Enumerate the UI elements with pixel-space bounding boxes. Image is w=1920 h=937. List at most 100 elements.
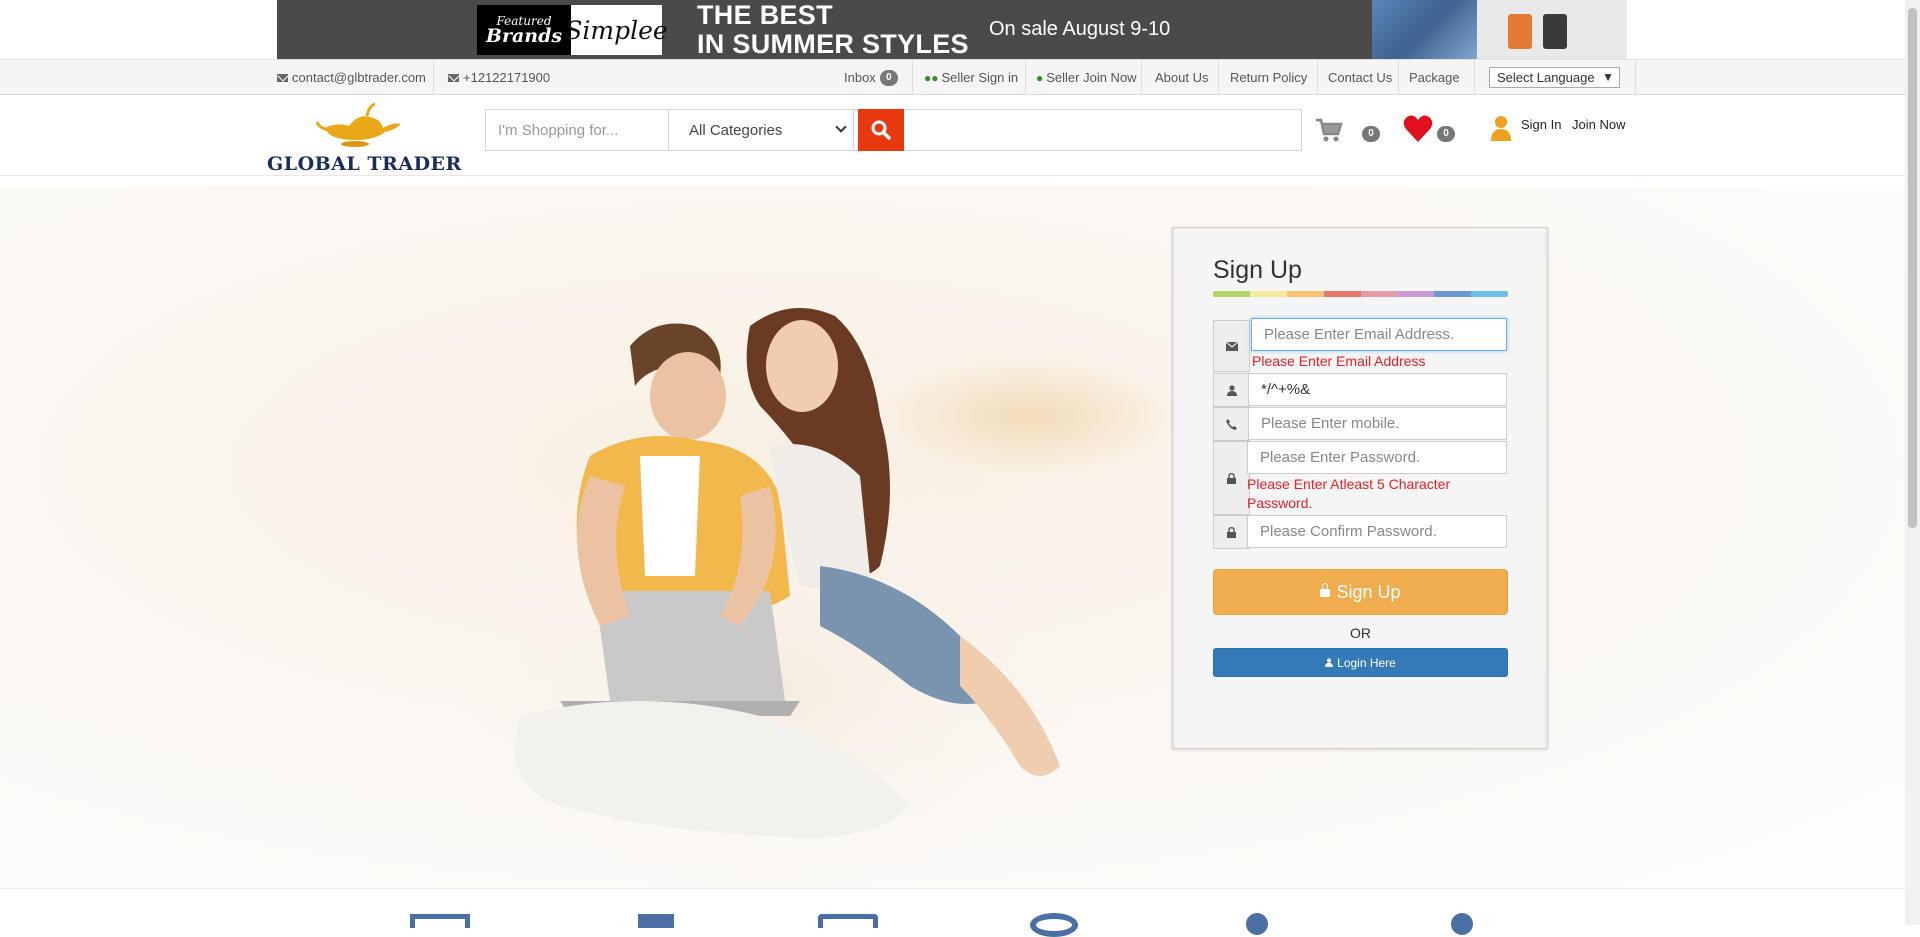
search-button[interactable] — [858, 109, 904, 151]
rainbow-segment — [1471, 291, 1508, 297]
page-scrollbar[interactable] — [1905, 0, 1920, 925]
rainbow-segment — [1249, 291, 1287, 297]
inbox-label: Inbox — [844, 70, 876, 85]
wishlist-count-badge: 0 — [1437, 126, 1455, 142]
search-input[interactable] — [486, 110, 669, 150]
feature-icon — [1246, 913, 1268, 935]
signup-title: Sign Up — [1213, 256, 1302, 284]
return-policy-link[interactable]: Return Policy — [1230, 60, 1307, 95]
seller-signin-label: Seller Sign in — [941, 70, 1019, 85]
inbox-link[interactable]: Inbox 0 — [844, 60, 898, 95]
confirm-password-addon — [1213, 515, 1250, 549]
password-field[interactable] — [1247, 441, 1507, 474]
scrollbar-thumb[interactable] — [1908, 8, 1917, 528]
banner-headline: THE BEST IN SUMMER STYLES — [697, 1, 969, 59]
featured-brands-badge: Featured Brands — [477, 5, 571, 55]
divider — [1025, 60, 1026, 95]
wishlist-heart-icon[interactable] — [1403, 115, 1433, 143]
username-field[interactable] — [1248, 373, 1507, 406]
seller-join-link[interactable]: ● Seller Join Now — [1036, 60, 1137, 95]
hero-background — [0, 186, 1905, 888]
divider — [912, 60, 913, 95]
banner-product-cup — [1543, 14, 1567, 49]
username-addon — [1213, 373, 1250, 407]
promo-banner[interactable]: Featured Brands Simplee THE BEST IN SUMM… — [277, 0, 1627, 59]
divider — [1218, 60, 1219, 95]
site-logo[interactable]: GLOBAL TRADER — [267, 98, 461, 175]
email-error: Please Enter Email Address — [1252, 353, 1426, 369]
language-select[interactable]: Select Language ▼ — [1489, 67, 1620, 88]
logo-text: GLOBAL TRADER — [267, 153, 462, 175]
user-icon — [1325, 658, 1334, 667]
envelope-icon — [277, 73, 288, 82]
email-field[interactable] — [1251, 318, 1507, 351]
rainbow-segment — [1323, 291, 1361, 297]
sign-up-button[interactable]: Sign Up — [1213, 569, 1508, 615]
login-here-button[interactable]: Login Here — [1213, 648, 1508, 677]
divider — [1635, 60, 1636, 95]
contact-phone-text: +12122171900 — [463, 70, 551, 85]
headline-line-2: IN SUMMER STYLES — [697, 29, 969, 59]
feature-strip — [0, 888, 1905, 937]
rainbow-segment — [1434, 291, 1472, 297]
cart-count-badge: 0 — [1362, 126, 1380, 142]
banner-product-image — [1372, 0, 1477, 59]
divider — [1141, 60, 1142, 95]
mobile-field[interactable] — [1248, 407, 1507, 440]
users-icon: ●● — [924, 70, 939, 85]
divider — [1474, 60, 1475, 95]
search-bar: All Categories — [485, 109, 1302, 151]
seller-join-label: Seller Join Now — [1046, 70, 1137, 85]
brands-label: Brands — [485, 24, 563, 47]
user-icon[interactable] — [1491, 115, 1511, 141]
hero-couple-image — [440, 308, 1100, 886]
user-icon — [1226, 384, 1237, 396]
sale-text: On sale August 9-10 — [989, 18, 1171, 40]
rainbow-segment — [1360, 291, 1398, 297]
banner-product-shelf — [1477, 0, 1627, 59]
contact-link[interactable]: Contact Us — [1328, 60, 1392, 95]
genie-lamp-icon — [315, 102, 401, 147]
mobile-addon — [1213, 407, 1250, 441]
language-select-value: Select Language — [1497, 70, 1595, 85]
login-here-label: Login Here — [1337, 655, 1396, 670]
rainbow-divider — [1213, 291, 1508, 297]
phone-icon — [1226, 418, 1237, 430]
rainbow-segment — [1213, 291, 1250, 297]
envelope-icon — [448, 73, 459, 82]
sign-up-button-label: Sign Up — [1336, 581, 1401, 602]
divider — [1398, 60, 1399, 95]
rainbow-segment — [1286, 291, 1324, 297]
about-link[interactable]: About Us — [1155, 60, 1208, 95]
divider — [433, 60, 434, 95]
featured-brand-box: Featured Brands Simplee — [477, 5, 668, 55]
contact-phone[interactable]: +12122171900 — [448, 60, 550, 95]
lock-icon — [1227, 472, 1236, 484]
divider — [1317, 60, 1318, 95]
confirm-password-field[interactable] — [1247, 515, 1507, 548]
search-icon — [871, 120, 891, 140]
rainbow-segment — [1397, 291, 1435, 297]
chevron-down-icon — [835, 121, 847, 133]
contact-email[interactable]: contact@glbtrader.com — [277, 60, 426, 95]
feature-icon — [1451, 913, 1473, 935]
lock-icon — [1227, 526, 1236, 538]
or-separator: OR — [1350, 625, 1371, 641]
seller-signin-link[interactable]: ●● Seller Sign in — [924, 60, 1018, 95]
site-header: GLOBAL TRADER All Categories 0 0 Sign In… — [0, 95, 1905, 176]
feature-icon — [1030, 913, 1078, 937]
lock-icon — [1320, 583, 1331, 597]
dropdown-arrow-icon: ▼ — [1602, 70, 1614, 84]
join-now-link[interactable]: Join Now — [1572, 117, 1625, 132]
contact-email-text: contact@glbtrader.com — [292, 70, 426, 85]
feature-icon — [410, 914, 470, 928]
cart-icon[interactable] — [1315, 117, 1343, 143]
envelope-icon — [1225, 341, 1238, 351]
email-addon — [1213, 320, 1250, 372]
password-error: Please Enter Atleast 5 Character Passwor… — [1247, 476, 1451, 511]
headline-line-1: THE BEST — [697, 0, 833, 30]
package-link[interactable]: Package — [1409, 60, 1460, 95]
password-addon — [1213, 441, 1250, 515]
category-select[interactable]: All Categories — [669, 110, 854, 150]
sign-in-link[interactable]: Sign In — [1521, 117, 1561, 132]
